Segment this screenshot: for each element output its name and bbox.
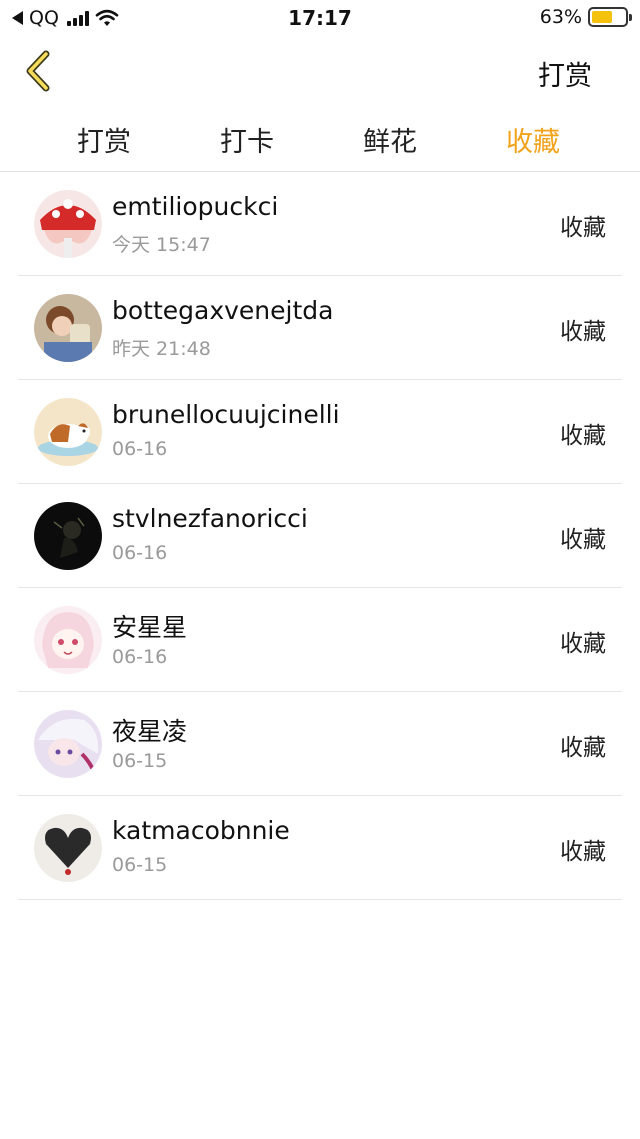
timestamp: 06-16	[112, 646, 168, 668]
timestamp: 06-16	[112, 438, 168, 460]
user-name: stvlnezfanoricci	[112, 504, 308, 533]
tab-favorites[interactable]: 收藏	[483, 120, 583, 159]
user-name: brunellocuujcinelli	[112, 400, 340, 429]
battery-level	[592, 11, 613, 23]
reward-button[interactable]: 打赏	[538, 54, 592, 93]
list-item[interactable]: brunellocuujcinelli 06-16 收藏	[18, 380, 622, 484]
favorites-list: emtiliopuckci 今天 15:47 收藏 bottegaxvenejt…	[0, 172, 640, 900]
user-name: 夜星凌	[112, 717, 188, 746]
timestamp: 06-15	[112, 750, 168, 772]
user-name: bottegaxvenejtda	[112, 296, 334, 325]
user-name: katmacobnnie	[112, 816, 290, 845]
tab-bar: 打赏 打卡 鲜花 收藏	[0, 108, 640, 172]
avatar	[34, 190, 102, 258]
action-label: 收藏	[560, 735, 606, 761]
status-right: 63%	[539, 6, 632, 28]
status-bar: QQ 17:17 63%	[0, 0, 640, 36]
list-item[interactable]: bottegaxvenejtda 昨天 21:48 收藏	[18, 276, 622, 380]
tab-flowers[interactable]: 鲜花	[340, 120, 440, 159]
action-label: 收藏	[560, 631, 606, 657]
battery-percent: 63%	[539, 6, 582, 28]
avatar	[34, 814, 102, 882]
list-item[interactable]: 夜星凌 06-15 收藏	[18, 692, 622, 796]
tab-reward[interactable]: 打赏	[54, 120, 154, 159]
action-label: 收藏	[560, 423, 606, 449]
list-item[interactable]: 安星星 06-16 收藏	[18, 588, 622, 692]
list-item[interactable]: stvlnezfanoricci 06-16 收藏	[18, 484, 622, 588]
timestamp: 06-16	[112, 542, 168, 564]
action-label: 收藏	[560, 215, 606, 241]
avatar	[34, 294, 102, 362]
battery-icon	[588, 7, 632, 27]
nav-bar: 打赏	[0, 36, 640, 108]
action-label: 收藏	[560, 319, 606, 345]
avatar	[34, 606, 102, 674]
user-name: emtiliopuckci	[112, 192, 279, 221]
avatar	[34, 710, 102, 778]
tab-checkin[interactable]: 打卡	[197, 120, 297, 159]
avatar	[34, 398, 102, 466]
action-label: 收藏	[560, 527, 606, 553]
timestamp: 昨天 21:48	[112, 338, 211, 360]
timestamp: 今天 15:47	[112, 234, 211, 256]
user-name: 安星星	[112, 613, 188, 642]
avatar	[34, 502, 102, 570]
list-item[interactable]: katmacobnnie 06-15 收藏	[18, 796, 622, 900]
timestamp: 06-15	[112, 854, 168, 876]
action-label: 收藏	[560, 839, 606, 865]
chevron-left-icon	[26, 50, 50, 92]
back-button[interactable]	[20, 50, 64, 94]
list-item[interactable]: emtiliopuckci 今天 15:47 收藏	[18, 172, 622, 276]
